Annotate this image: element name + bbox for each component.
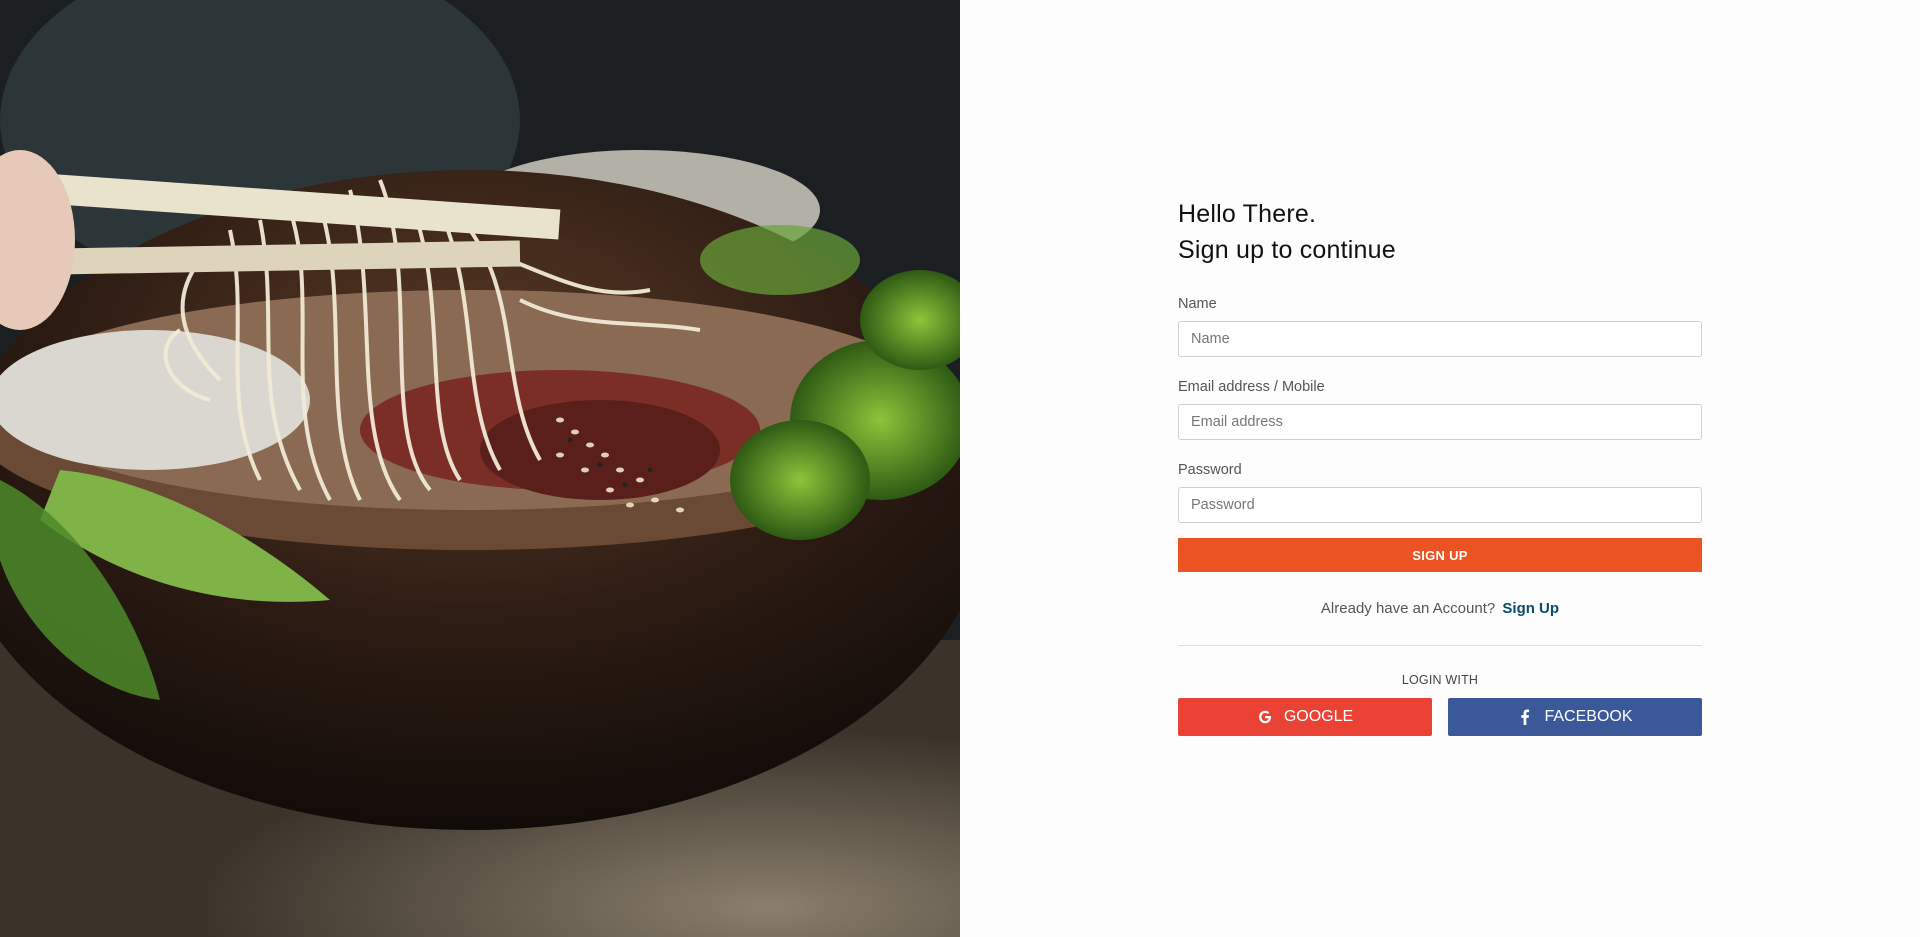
email-field[interactable] bbox=[1178, 404, 1702, 440]
sign-up-link[interactable]: Sign Up bbox=[1502, 600, 1559, 617]
noodle-bowl-illustration bbox=[0, 0, 960, 937]
account-prompt-text: Already have an Account? bbox=[1320, 600, 1496, 617]
divider bbox=[1178, 645, 1702, 646]
hero-image bbox=[0, 0, 960, 937]
facebook-label: FACEBOOK bbox=[1544, 708, 1633, 725]
google-label: GOOGLE bbox=[1283, 708, 1354, 725]
google-icon bbox=[1257, 709, 1273, 725]
account-prompt: Already have an Account? Sign Up bbox=[1178, 600, 1702, 617]
email-label: Email address / Mobile bbox=[1178, 379, 1325, 395]
password-label: Password bbox=[1178, 462, 1242, 478]
social-login-row: GOOGLE FACEBOOK bbox=[1178, 698, 1702, 736]
greeting-line-2: Sign up to continue bbox=[1178, 236, 1396, 264]
facebook-icon bbox=[1517, 709, 1533, 725]
google-login-button[interactable]: GOOGLE bbox=[1178, 698, 1432, 736]
password-field[interactable] bbox=[1178, 487, 1702, 523]
name-field[interactable] bbox=[1178, 321, 1702, 357]
sign-up-button[interactable]: SIGN UP bbox=[1178, 538, 1702, 572]
name-label: Name bbox=[1178, 296, 1217, 312]
greeting-line-1: Hello There. bbox=[1178, 200, 1317, 228]
signup-form: Hello There. Sign up to continue Name Em… bbox=[1178, 196, 1702, 736]
facebook-login-button[interactable]: FACEBOOK bbox=[1448, 698, 1702, 736]
login-with-heading: LOGIN WITH bbox=[1401, 673, 1479, 687]
signup-panel: Hello There. Sign up to continue Name Em… bbox=[960, 0, 1920, 937]
page-title: Hello There. Sign up to continue bbox=[1178, 196, 1702, 268]
